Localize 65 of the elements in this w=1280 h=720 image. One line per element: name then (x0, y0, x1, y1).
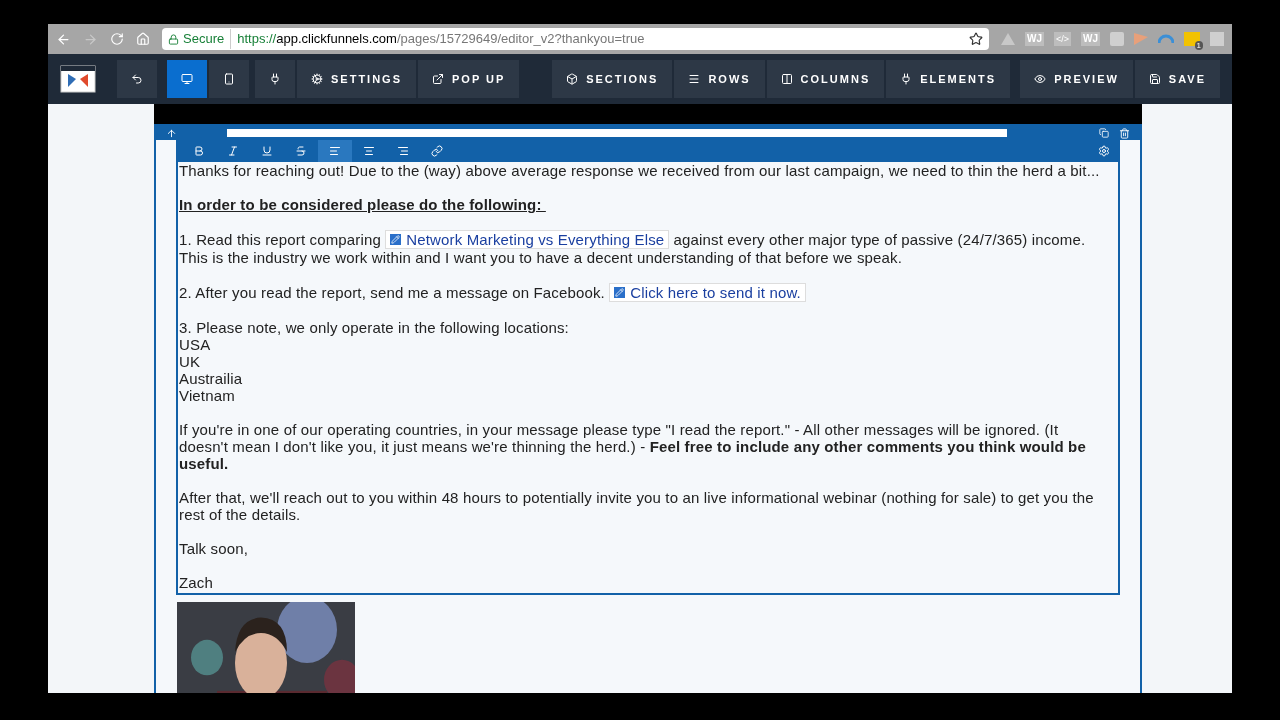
columns-icon (780, 73, 793, 85)
strike-icon (295, 145, 307, 157)
rows-icon (688, 73, 701, 85)
delete-icon[interactable] (1119, 127, 1130, 139)
desktop-button[interactable] (167, 60, 207, 98)
align-left-button[interactable] (318, 140, 352, 162)
save-button[interactable]: SAVE (1134, 60, 1220, 98)
save-icon (1148, 73, 1161, 85)
preview-button[interactable]: PREVIEW (1020, 60, 1133, 98)
paragraph: Talk soon, (179, 540, 250, 557)
mobile-button[interactable] (209, 60, 249, 98)
address-bar[interactable]: Secure https://app.clickfunnels.com/pages/15729649/editor_v2?thankyou=true (162, 28, 989, 50)
undo-icon (131, 73, 143, 85)
toolbar-button[interactable]: SETTINGS (297, 60, 416, 98)
url-text: https://app.clickfunnels.com/pages/15729649/editor_v2?thankyou=true (236, 30, 645, 49)
paragraph: After that, we'll reach out to you within 48 hours to potentially invite you to an live informational webinar (nothing for sale) to get you the rest of the details. (179, 489, 1095, 523)
columns-button[interactable]: COLUMNS (766, 60, 885, 98)
settings-icon[interactable] (1098, 145, 1110, 157)
bookmark-star-icon[interactable] (969, 32, 983, 46)
italic-icon (227, 145, 239, 157)
link-icon (431, 145, 443, 157)
underline-icon (261, 145, 273, 157)
copy-icon[interactable] (1099, 128, 1109, 138)
pencil-icon (614, 287, 626, 298)
secure-label: Secure (183, 29, 232, 49)
paragraph: Zach (179, 574, 214, 591)
elements-button[interactable]: ELEMENTS (886, 60, 1011, 98)
paragraph: 2. After you read the report, send me a message on Facebook. Click here to send it now. (179, 283, 1104, 302)
undo-button[interactable] (117, 60, 157, 98)
forward-icon[interactable] (83, 31, 98, 47)
reload-icon[interactable] (110, 32, 124, 46)
paragraph: Thanks for reaching out! Due to the (way) above average response we received from our last campaign, we need to thin the herd a bit... (179, 162, 1101, 179)
home-icon[interactable] (136, 32, 150, 46)
text-line: USA (179, 336, 212, 353)
move-up-icon[interactable] (166, 127, 177, 139)
settings-icon (311, 73, 323, 85)
text-line: Austrailia (179, 370, 244, 387)
align-center-icon (363, 145, 375, 157)
plug-icon (269, 73, 281, 85)
bold-icon (193, 145, 205, 157)
preview-icon (1034, 73, 1047, 85)
text-line: 3. Please note, we only operate in the following locations: (179, 319, 570, 336)
lock-icon (168, 33, 179, 45)
paragraph: If you're in one of our operating countries, in your message please type "I read the report." - All other messages will be ignored. (It doesn't mean I don't like you, it just means we're thinning the herd.) - Feel free to include any other comments you think would be useful. (179, 421, 1087, 472)
rows-button[interactable]: ROWS (674, 60, 765, 98)
text-line: Vietnam (179, 387, 236, 404)
pencil-icon (390, 234, 402, 245)
paragraph: 1. Read this report comparing Network Marketing vs Everything Else against every other major type of passive (24/7/365) income. This is the industry we work within and I want you to have a decent understanding of that before we speak. (179, 230, 1087, 266)
text-line: UK (179, 353, 202, 370)
back-icon[interactable] (56, 31, 71, 47)
notification-badge: 1 (1194, 41, 1203, 50)
extension-icon[interactable] (1158, 34, 1174, 44)
link[interactable]: Network Marketing vs Everything Else (385, 230, 670, 249)
popup-icon (432, 73, 444, 85)
logo-icon[interactable] (60, 65, 96, 93)
align-left-icon (329, 145, 341, 157)
mobile-icon (223, 73, 235, 85)
heading: In order to be considered please do the following: (179, 196, 543, 213)
plug-button[interactable] (255, 60, 295, 98)
align-right-icon (397, 145, 409, 157)
toolbar-button[interactable]: POP UP (418, 60, 520, 98)
sections-button[interactable]: SECTIONS (552, 60, 673, 98)
extension-icon[interactable] (1001, 33, 1015, 45)
desktop-icon (181, 73, 193, 85)
link[interactable]: Click here to send it now. (609, 283, 806, 302)
